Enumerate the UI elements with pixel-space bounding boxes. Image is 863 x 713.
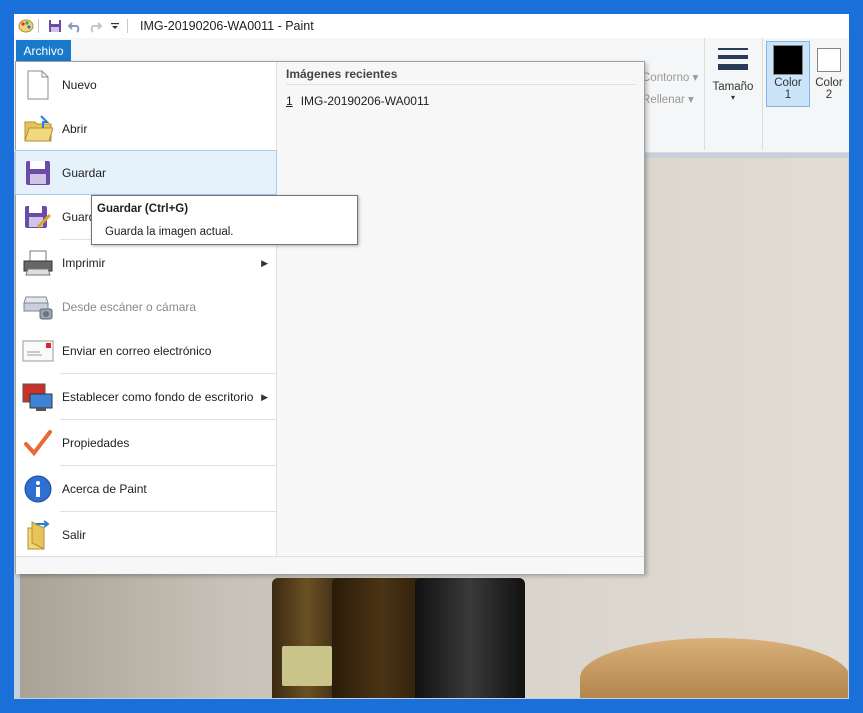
color2-button[interactable]: Color 2	[810, 42, 848, 106]
color2-swatch	[817, 48, 841, 72]
ribbon-divider	[762, 38, 763, 150]
save-icon	[22, 157, 54, 189]
info-icon	[22, 473, 54, 505]
menu-item-email[interactable]: Enviar en correo electrónico	[16, 329, 276, 373]
scanner-icon	[22, 291, 54, 323]
chevron-down-icon: ▾	[730, 93, 735, 102]
file-menu-footer	[16, 556, 644, 574]
menu-item-label: Guardar	[62, 165, 107, 180]
exit-icon	[22, 519, 54, 551]
size-label: Tamaño	[712, 81, 754, 93]
bowl-image	[580, 638, 848, 698]
paint-app-icon[interactable]	[18, 18, 34, 34]
recent-item-index: 1	[286, 94, 293, 108]
redo-icon[interactable]	[87, 18, 103, 34]
desktop-background-icon	[22, 381, 54, 413]
menu-item-about[interactable]: Acerca de Paint	[16, 467, 276, 511]
save-as-icon	[22, 201, 54, 233]
title-bar: IMG-20190206-WA0011 - Paint	[14, 14, 849, 38]
outline-label: Contorno	[642, 72, 690, 84]
bottle-label-image	[282, 646, 332, 686]
quick-access-toolbar	[14, 14, 132, 38]
tooltip-title: Guardar (Ctrl+G)	[97, 203, 189, 215]
toolbar-divider	[38, 19, 39, 33]
customize-dropdown-icon[interactable]	[107, 18, 123, 34]
undo-icon[interactable]	[67, 18, 83, 34]
tooltip-body: Guarda la imagen actual.	[105, 226, 234, 238]
size-button[interactable]: Tamaño ▾	[712, 44, 754, 134]
color1-label: Color	[774, 77, 802, 89]
menu-divider	[60, 419, 276, 420]
menu-item-properties[interactable]: Propiedades	[16, 421, 276, 465]
color1-button[interactable]: Color 1	[766, 41, 810, 107]
menu-item-label: Nuevo	[62, 78, 97, 92]
menu-item-label: Propiedades	[62, 436, 130, 450]
menu-item-new[interactable]: Nuevo	[16, 63, 276, 107]
menu-item-label: Imprimir	[62, 256, 106, 270]
open-folder-icon	[22, 113, 54, 145]
menu-item-label: Acerca de Paint	[62, 482, 147, 496]
menu-item-label: Abrir	[62, 122, 88, 136]
menu-divider	[60, 511, 276, 512]
fill-dropdown[interactable]: Rellenar ▾	[642, 92, 694, 106]
menu-divider	[60, 465, 276, 466]
file-tab[interactable]: Archivo	[16, 40, 71, 61]
submenu-arrow-icon: ▶	[261, 391, 268, 402]
menu-item-scanner[interactable]: Desde escáner o cámara	[16, 285, 276, 329]
save-tooltip: Guardar (Ctrl+G) Guarda la imagen actual…	[91, 195, 358, 245]
color1-swatch	[773, 45, 803, 75]
window-title: IMG-20190206-WA0011 - Paint	[140, 19, 314, 33]
file-menu-commands: Nuevo Abrir Guardar Guardar como Imprimi…	[15, 62, 277, 557]
recent-images-title: Imágenes recientes	[286, 67, 398, 81]
color2-number: 2	[825, 89, 833, 101]
fill-label: Rellenar	[642, 94, 685, 106]
submenu-arrow-icon: ▶	[261, 257, 268, 268]
recent-item[interactable]: 1 IMG-20190206-WA0011	[286, 94, 429, 108]
recent-item-name: IMG-20190206-WA0011	[300, 94, 430, 108]
save-icon[interactable]	[47, 18, 63, 34]
menu-item-print[interactable]: Imprimir ▶	[16, 241, 276, 285]
recent-images-panel: Imágenes recientes 1 IMG-20190206-WA0011	[277, 62, 644, 556]
checkmark-icon	[22, 427, 54, 459]
toolbar-divider	[127, 19, 128, 33]
menu-item-open[interactable]: Abrir	[16, 107, 276, 151]
new-file-icon	[22, 69, 54, 101]
file-menu: Nuevo Abrir Guardar Guardar como Imprimi…	[15, 61, 645, 574]
printer-icon	[22, 247, 54, 279]
outline-dropdown[interactable]: Contorno ▾	[642, 70, 698, 84]
menu-item-save[interactable]: Guardar	[15, 150, 277, 195]
menu-item-exit[interactable]: Salir	[16, 513, 276, 557]
menu-item-label: Establecer como fondo de escritorio	[62, 390, 254, 404]
email-icon	[22, 335, 54, 367]
color2-label: Color	[815, 77, 843, 89]
ribbon-divider	[704, 38, 705, 150]
menu-item-label: Desde escáner o cámara	[62, 300, 197, 314]
menu-item-label: Salir	[62, 528, 87, 542]
menu-item-desktop-background[interactable]: Establecer como fondo de escritorio ▶	[16, 375, 276, 419]
line-size-icon	[718, 48, 748, 70]
menu-divider	[60, 373, 276, 374]
menu-item-label: Enviar en correo electrónico	[62, 344, 212, 358]
recent-divider	[286, 84, 636, 85]
bottle-cap-image	[415, 578, 525, 698]
color1-number: 1	[784, 89, 792, 101]
